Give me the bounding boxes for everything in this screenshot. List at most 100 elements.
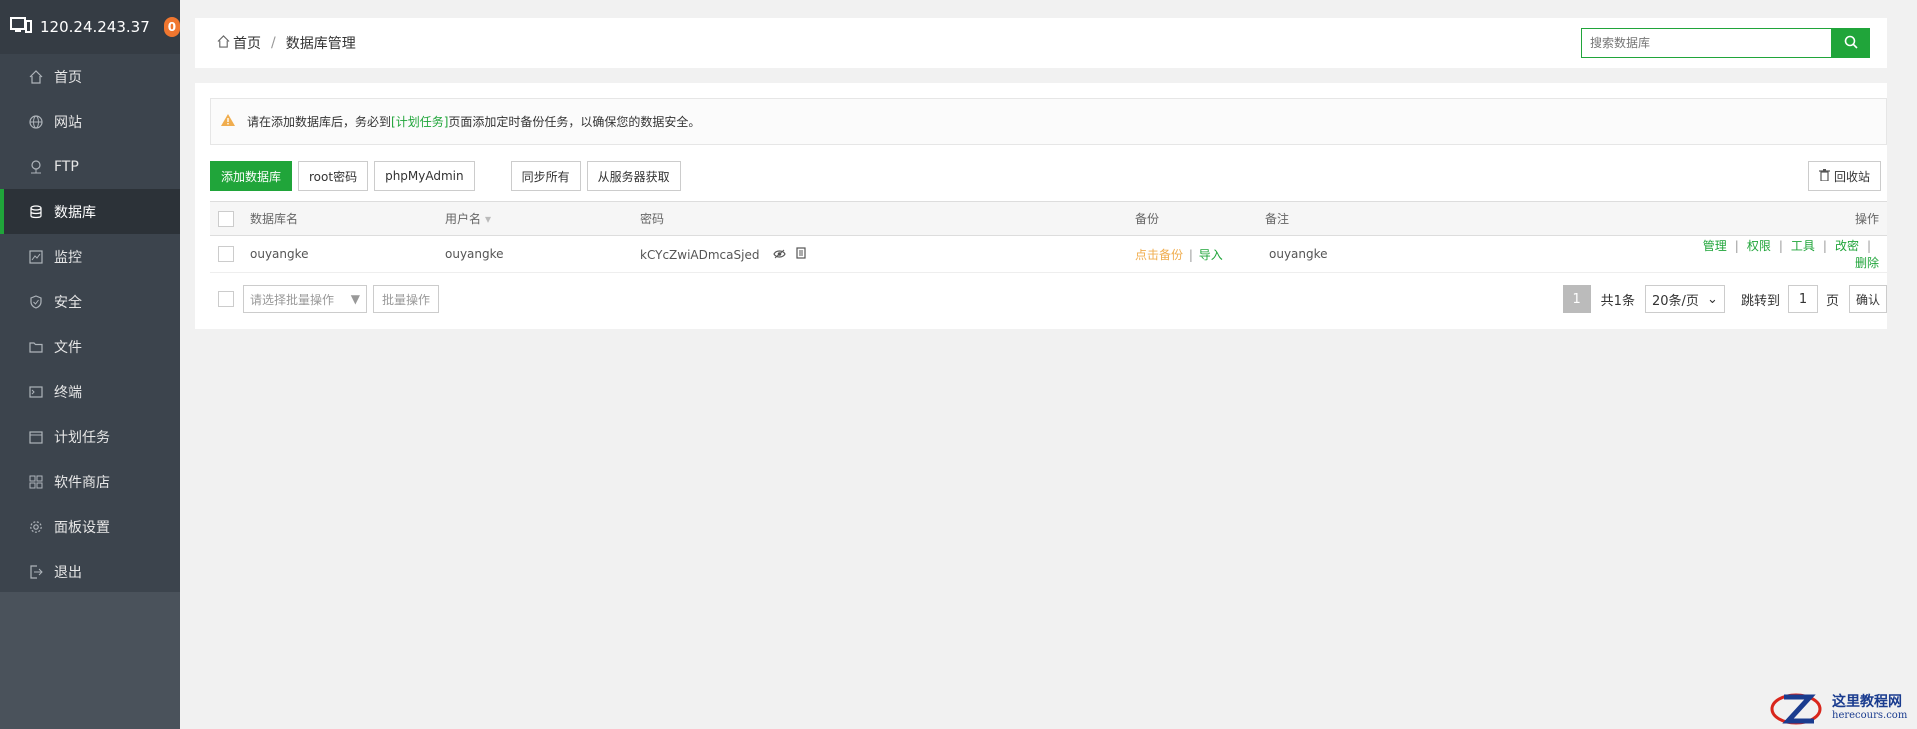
caret-down-icon: ▼ (350, 292, 360, 306)
add-database-button[interactable]: 添加数据库 (210, 161, 293, 191)
row-checkbox[interactable] (218, 246, 234, 262)
change-password-link[interactable]: 改密 (1835, 239, 1859, 253)
page-jump-input[interactable]: 1 (1787, 285, 1818, 313)
recycle-bin-button[interactable]: 回收站 (1807, 161, 1881, 191)
footer-select-all-checkbox[interactable] (218, 291, 234, 307)
phpmyadmin-button[interactable]: phpMyAdmin (374, 161, 475, 191)
cell-remark[interactable]: ouyangke (1265, 235, 1695, 273)
col-user[interactable]: 用户名 ▾ (445, 201, 640, 236)
col-password: 密码 (640, 201, 1135, 236)
search-button[interactable] (1831, 28, 1870, 58)
watermark-logo: 这里教程网 herecours.com (1770, 688, 1917, 729)
watermark-text: 这里教程网 herecours.com (1832, 695, 1907, 723)
sidebar-item-label: 数据库 (54, 204, 96, 221)
search-input[interactable] (1581, 28, 1831, 58)
ftp-icon (28, 159, 44, 175)
page-unit-label: 页 (1825, 293, 1839, 309)
warning-icon (221, 114, 235, 129)
breadcrumb-home[interactable]: 首页 (233, 33, 261, 53)
manage-link[interactable]: 管理 (1703, 239, 1727, 253)
col-backup: 备份 (1135, 201, 1265, 236)
col-remark: 备注 (1265, 201, 1695, 236)
copy-icon[interactable] (796, 246, 806, 262)
col-actions: 操作 (1695, 201, 1887, 236)
sidebar-item-monitor[interactable]: 监控 (0, 234, 180, 279)
sidebar-item-website[interactable]: 网站 (0, 99, 180, 144)
sidebar-item-terminal[interactable]: 终端 (0, 369, 180, 414)
notice-cron-link[interactable]: [计划任务] (391, 113, 448, 130)
sidebar-item-ftp[interactable]: FTP (0, 144, 180, 189)
trash-icon (1818, 168, 1830, 184)
recycle-bin-wrap: 回收站 (1807, 161, 1887, 191)
batch-operation-select[interactable]: 请选择批量操作 ▼ (243, 285, 367, 313)
jump-to-label: 跳转到 (1740, 293, 1780, 309)
logout-icon (28, 564, 44, 580)
sidebar-item-label: 文件 (54, 339, 82, 356)
sidebar-nav: 首页 网站 FTP 数据库 监控 安全 文件 终端 计划任务 软件商店 面板设置… (0, 54, 180, 594)
page-current[interactable]: 1 (1562, 285, 1591, 313)
eye-hide-icon[interactable] (773, 248, 786, 262)
sidebar-item-label: 计划任务 (54, 429, 110, 446)
per-page-select[interactable]: 20条/页 ⌄ (1644, 285, 1725, 313)
cell-backup: 点击备份 | 导入 (1135, 235, 1265, 273)
notice-text-prefix: 请在添加数据库后，务必到 (247, 115, 392, 129)
search-box (1581, 28, 1870, 58)
pagination: 1 共1条 20条/页 ⌄ 跳转到 1 页 确认 (1562, 283, 1887, 315)
calendar-icon (28, 429, 44, 445)
watermark-zh: 这里教程网 (1832, 693, 1902, 710)
confirm-jump-button[interactable]: 确认 (1848, 285, 1887, 313)
sidebar-item-label: 安全 (54, 294, 82, 311)
col-user-label: 用户名 (445, 212, 482, 226)
cell-username: ouyangke (445, 235, 640, 273)
sidebar-item-cron[interactable]: 计划任务 (0, 414, 180, 459)
server-ip: 120.24.243.37 (40, 18, 150, 36)
sidebar-item-label: FTP (54, 158, 79, 175)
sidebar-item-settings[interactable]: 面板设置 (0, 504, 180, 549)
backup-link[interactable]: 点击备份 (1135, 248, 1183, 262)
sidebar-item-store[interactable]: 软件商店 (0, 459, 180, 504)
sidebar-item-label: 监控 (54, 249, 82, 266)
sidebar-item-files[interactable]: 文件 (0, 324, 180, 369)
sidebar-item-security[interactable]: 安全 (0, 279, 180, 324)
recycle-bin-label: 回收站 (1833, 169, 1870, 184)
notification-badge[interactable]: 0 (163, 17, 180, 37)
home-icon (28, 69, 44, 85)
database-icon (28, 204, 44, 220)
root-password-button[interactable]: root密码 (298, 161, 369, 191)
table-header-row: 数据库名 用户名 ▾ 密码 备份 备注 操作 (210, 201, 1887, 236)
permission-link[interactable]: 权限 (1747, 239, 1771, 253)
database-panel: 请在添加数据库后，务必到 [计划任务] 页面添加定时备份任务，以确保您的数据安全… (195, 83, 1887, 329)
toolbar: 添加数据库 root密码 phpMyAdmin 同步所有 从服务器获取 (210, 161, 687, 191)
batch-operation-button[interactable]: 批量操作 (373, 285, 440, 313)
table-footer: 请选择批量操作 ▼ 批量操作 1 共1条 20条/页 ⌄ 跳转到 1 页 确认 (210, 283, 1887, 315)
tools-link[interactable]: 工具 (1791, 239, 1815, 253)
sidebar-item-database[interactable]: 数据库 (0, 189, 180, 234)
cell-actions: 管理 | 权限 | 工具 | 改密 |删除 (1695, 235, 1887, 273)
sidebar-item-label: 退出 (54, 564, 82, 581)
remark-text: ouyangke (1269, 247, 1328, 261)
breadcrumb-separator: / (271, 35, 276, 51)
sidebar-item-label: 首页 (54, 69, 82, 86)
chevron-down-icon: ⌄ (1707, 291, 1718, 307)
folder-icon (28, 339, 44, 355)
sync-all-button[interactable]: 同步所有 (510, 161, 581, 191)
per-page-value: 20条/页 (1651, 293, 1699, 309)
sidebar-footer (0, 592, 180, 729)
import-link[interactable]: 导入 (1199, 248, 1223, 262)
shield-icon (28, 294, 44, 310)
sidebar-item-label: 终端 (54, 384, 82, 401)
breadcrumb-bar: 首页 / 数据库管理 (195, 18, 1887, 68)
apps-icon (28, 474, 44, 490)
server-header: 120.24.243.37 0 (0, 0, 180, 54)
cell-db-name[interactable]: ouyangke (250, 235, 445, 273)
batch-select-placeholder: 请选择批量操作 (250, 292, 335, 307)
col-name[interactable]: 数据库名 (250, 201, 445, 236)
fetch-from-server-button[interactable]: 从服务器获取 (586, 161, 681, 191)
sidebar-item-logout[interactable]: 退出 (0, 549, 180, 594)
watermark-en: herecours.com (1832, 709, 1908, 721)
sort-down-icon: ▾ (485, 212, 492, 226)
sidebar-item-home[interactable]: 首页 (0, 54, 180, 99)
select-all-checkbox[interactable] (218, 210, 234, 227)
delete-link[interactable]: 删除 (1855, 256, 1879, 270)
sidebar-item-label: 网站 (54, 114, 82, 131)
